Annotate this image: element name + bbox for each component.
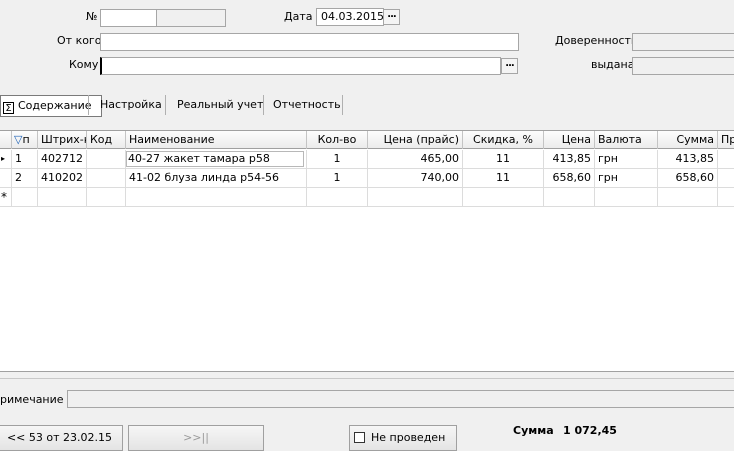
- cell-discount[interactable]: 11: [463, 169, 544, 188]
- cell-barcode[interactable]: 402712: [38, 150, 87, 169]
- not-posted-checkbox[interactable]: Не проведен: [349, 425, 457, 451]
- cell-barcode[interactable]: [38, 188, 87, 207]
- proxy-field[interactable]: [632, 33, 734, 51]
- tab-separator: [342, 95, 343, 115]
- previous-document-button[interactable]: << 53 от 23.02.15: [0, 425, 123, 451]
- cell-price-list[interactable]: 740,00: [368, 169, 463, 188]
- divider: [0, 378, 734, 379]
- cell-extra[interactable]: [718, 150, 734, 169]
- cell-extra[interactable]: [718, 169, 734, 188]
- cell-sum[interactable]: 658,60: [658, 169, 718, 188]
- cell-code[interactable]: [87, 188, 126, 207]
- issued-label: выдана: [591, 58, 635, 71]
- col-header-sum[interactable]: Сумма: [658, 131, 718, 149]
- cell-n[interactable]: 1: [12, 150, 38, 169]
- sigma-icon: Σ: [3, 102, 14, 114]
- cell-name[interactable]: 41-02 блуза линда р54-56: [126, 169, 307, 188]
- col-header-name[interactable]: Наименование: [126, 131, 307, 149]
- filter-icon-cell[interactable]: [0, 131, 12, 149]
- cell-discount[interactable]: [463, 188, 544, 207]
- number-suffix-field: [156, 9, 226, 27]
- cell-code[interactable]: [87, 150, 126, 169]
- cell-sum[interactable]: [658, 188, 718, 207]
- col-header-code[interactable]: Код: [87, 131, 126, 149]
- next-document-button[interactable]: >>||: [128, 425, 264, 451]
- issued-field[interactable]: [632, 57, 734, 75]
- from-field[interactable]: [100, 33, 519, 51]
- cell-price-list[interactable]: 465,00: [368, 150, 463, 169]
- sum-label: Сумма: [513, 424, 554, 437]
- from-label: От кого: [57, 34, 102, 47]
- cell-discount[interactable]: 11: [463, 150, 544, 169]
- grid-header: ▽п Штрих-к Код Наименование Кол-во Цена …: [0, 131, 734, 149]
- col-header-price-list[interactable]: Цена (прайс): [368, 131, 463, 149]
- new-row[interactable]: *: [0, 188, 734, 207]
- cell-sum[interactable]: 413,85: [658, 150, 718, 169]
- to-field[interactable]: [100, 57, 501, 75]
- cell-code[interactable]: [87, 169, 126, 188]
- col-header-n-label: п: [22, 133, 30, 146]
- note-label: римечание: [0, 393, 64, 406]
- cell-qty[interactable]: 1: [307, 169, 368, 188]
- cell-n[interactable]: 2: [12, 169, 38, 188]
- number-label: №: [86, 10, 98, 23]
- cell-currency[interactable]: грн: [595, 150, 658, 169]
- tab-contents-label: Содержание: [18, 99, 92, 112]
- tab-real-accounting[interactable]: Реальный учет: [168, 92, 272, 118]
- row-current-indicator: ▸: [0, 150, 12, 169]
- cell-price[interactable]: 658,60: [544, 169, 595, 188]
- cell-qty[interactable]: [307, 188, 368, 207]
- col-header-price[interactable]: Цена: [544, 131, 595, 149]
- row-indicator: [0, 169, 12, 188]
- cell-n[interactable]: [12, 188, 38, 207]
- cell-currency[interactable]: [595, 188, 658, 207]
- cell-qty[interactable]: 1: [307, 150, 368, 169]
- col-header-discount[interactable]: Скидка, %: [463, 131, 544, 149]
- not-posted-label: Не проведен: [371, 431, 446, 444]
- cell-barcode[interactable]: 410202: [38, 169, 87, 188]
- table-row[interactable]: ▸ 1 402712 40-27 жакет тамара р58 1 465,…: [0, 150, 734, 169]
- col-header-barcode[interactable]: Штрих-к: [38, 131, 87, 149]
- date-label: Дата: [284, 10, 313, 23]
- number-field[interactable]: [100, 9, 157, 27]
- tab-bar: Σ Содержание Настройка Реальный учет Отче…: [0, 92, 734, 120]
- items-grid: ▽п Штрих-к Код Наименование Кол-во Цена …: [0, 130, 734, 372]
- to-select-button[interactable]: ...: [501, 58, 518, 74]
- note-field[interactable]: [67, 390, 734, 408]
- tab-contents[interactable]: Σ Содержание: [0, 95, 102, 117]
- col-header-n[interactable]: ▽п: [12, 131, 38, 149]
- date-field[interactable]: 04.03.2015: [316, 8, 384, 26]
- tab-reports[interactable]: Отчетность: [264, 92, 350, 118]
- sum-value: 1 072,45: [563, 424, 617, 437]
- table-row[interactable]: 2 410202 41-02 блуза линда р54-56 1 740,…: [0, 169, 734, 188]
- new-row-marker: *: [0, 188, 12, 207]
- cell-currency[interactable]: грн: [595, 169, 658, 188]
- checkbox-box[interactable]: [354, 432, 365, 443]
- col-header-currency[interactable]: Валюта: [595, 131, 658, 149]
- cell-price[interactable]: 413,85: [544, 150, 595, 169]
- cell-price-list[interactable]: [368, 188, 463, 207]
- col-header-qty[interactable]: Кол-во: [307, 131, 368, 149]
- to-label: Кому: [69, 58, 99, 71]
- tab-settings[interactable]: Настройка: [91, 92, 171, 118]
- tab-separator: [165, 95, 166, 115]
- proxy-label: Доверенность: [555, 34, 638, 47]
- cell-name[interactable]: [126, 188, 307, 207]
- col-header-extra[interactable]: Пр: [718, 131, 734, 149]
- date-picker-button[interactable]: ...: [383, 9, 400, 25]
- cell-extra[interactable]: [718, 188, 734, 207]
- cell-name-text: 40-27 жакет тамара р58: [128, 152, 270, 165]
- cell-name[interactable]: 40-27 жакет тамара р58: [126, 150, 307, 169]
- cell-price[interactable]: [544, 188, 595, 207]
- tab-separator: [88, 95, 89, 115]
